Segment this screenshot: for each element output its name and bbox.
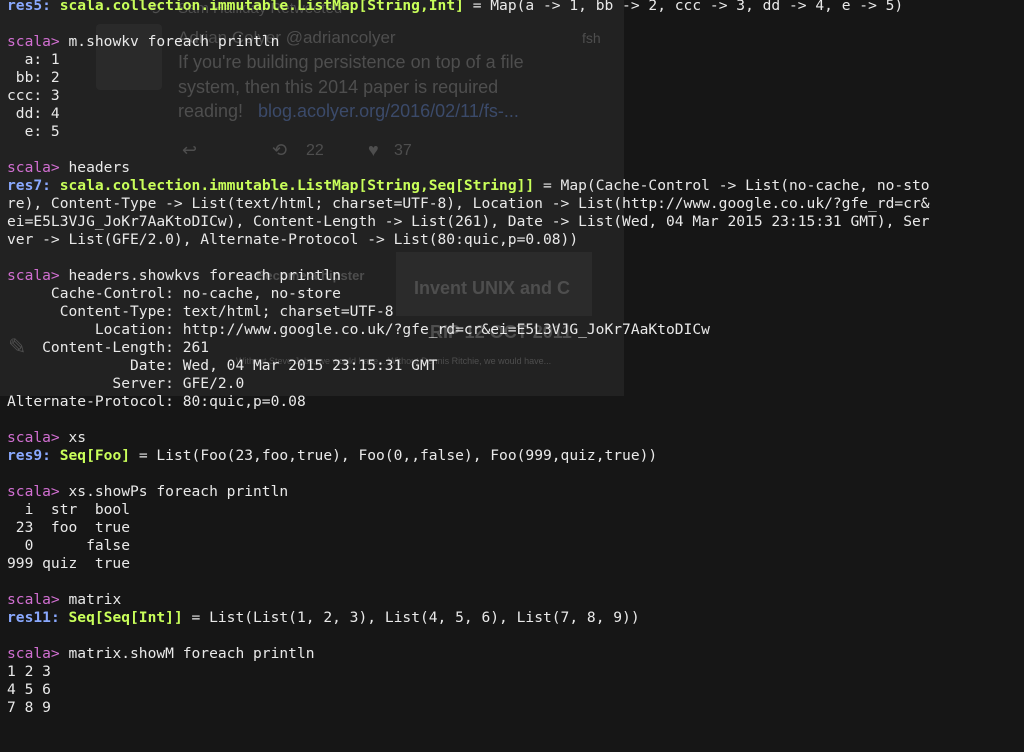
output-line: ver -> List(GFE/2.0), Alternate-Protocol… <box>7 231 579 248</box>
terminal-output[interactable]: res5: scala.collection.immutable.ListMap… <box>7 0 1024 752</box>
result-line: res11: Seq[Seq[Int]] = List(List(1, 2, 3… <box>7 609 1024 627</box>
result-line: res9: Seq[Foo] = List(Foo(23,foo,true), … <box>7 447 1024 465</box>
command-text: matrix.showM foreach println <box>68 645 315 662</box>
result-colon: : <box>50 609 69 626</box>
prompt: scala> <box>7 591 60 608</box>
result-value: = Map(Cache-Control -> List(no-cache, no… <box>534 177 930 194</box>
output-line: Cache-Control: no-cache, no-store <box>7 285 341 302</box>
output-line: 23 foo true <box>7 519 131 536</box>
output-line: 4 5 6 <box>7 681 51 698</box>
prompt-line: scala> matrix.showM foreach println <box>7 645 1024 663</box>
result-colon: : <box>42 177 60 194</box>
command-text: xs.showPs foreach println <box>68 483 289 500</box>
result-type: Seq[Foo] <box>59 447 131 464</box>
result-name: res11 <box>7 609 51 626</box>
result-line: res7: scala.collection.immutable.ListMap… <box>7 177 1024 195</box>
command-text: headers <box>68 159 131 176</box>
result-value: = List(Foo(23,foo,true), Foo(0,,false), … <box>130 447 658 464</box>
result-type: scala.collection.immutable.ListMap[Strin… <box>59 177 535 194</box>
output-line: dd: 4 <box>7 105 60 122</box>
result-name: res5 <box>7 0 43 14</box>
output-line: ccc: 3 <box>7 87 60 104</box>
output-line: a: 1 <box>7 51 60 68</box>
output-line: re), Content-Type -> List(text/html; cha… <box>7 195 930 212</box>
output-line: i str bool <box>7 501 131 518</box>
command-text: headers.showkvs foreach println <box>68 267 341 284</box>
result-line: res5: scala.collection.immutable.ListMap… <box>7 0 1024 15</box>
output-line: Server: GFE/2.0 <box>7 375 245 392</box>
result-colon: : <box>42 0 60 14</box>
output-line: 1 2 3 <box>7 663 51 680</box>
output-line: Date: Wed, 04 Mar 2015 23:15:31 GMT <box>7 357 438 374</box>
prompt: scala> <box>7 159 60 176</box>
output-line: Location: http://www.google.co.uk/?gfe_r… <box>7 321 710 338</box>
output-line: e: 5 <box>7 123 60 140</box>
prompt-line: scala> matrix <box>7 591 1024 609</box>
command-text: matrix <box>68 591 122 608</box>
prompt-line: scala> headers <box>7 159 1024 177</box>
output-line: Content-Length: 261 <box>7 339 210 356</box>
output-line: 999 quiz true <box>7 555 131 572</box>
command-text: m.showkv foreach println <box>68 33 280 50</box>
result-value: = List(List(1, 2, 3), List(4, 5, 6), Lis… <box>182 609 640 626</box>
output-line: Content-Type: text/html; charset=UTF-8 <box>7 303 394 320</box>
result-type: scala.collection.immutable.ListMap[Strin… <box>59 0 464 14</box>
output-line: ei=E5L3VJG_JoKr7AaKtoDICw), Content-Leng… <box>7 213 930 230</box>
output-line: 7 8 9 <box>7 699 51 716</box>
output-line: bb: 2 <box>7 69 60 86</box>
prompt-line: scala> xs.showPs foreach println <box>7 483 1024 501</box>
prompt-line: scala> m.showkv foreach println <box>7 33 1024 51</box>
prompt-line: scala> headers.showkvs foreach println <box>7 267 1024 285</box>
result-name: res9 <box>7 447 43 464</box>
result-type: Seq[Seq[Int]] <box>68 609 183 626</box>
output-line: Alternate-Protocol: 80:quic,p=0.08 <box>7 393 306 410</box>
result-colon: : <box>42 447 60 464</box>
result-name: res7 <box>7 177 43 194</box>
output-line: 0 false <box>7 537 131 554</box>
prompt: scala> <box>7 429 60 446</box>
prompt: scala> <box>7 483 60 500</box>
result-value: = Map(a -> 1, bb -> 2, ccc -> 3, dd -> 4… <box>463 0 904 14</box>
command-text: xs <box>68 429 87 446</box>
prompt: scala> <box>7 33 60 50</box>
prompt: scala> <box>7 267 60 284</box>
prompt: scala> <box>7 645 60 662</box>
prompt-line: scala> xs <box>7 429 1024 447</box>
